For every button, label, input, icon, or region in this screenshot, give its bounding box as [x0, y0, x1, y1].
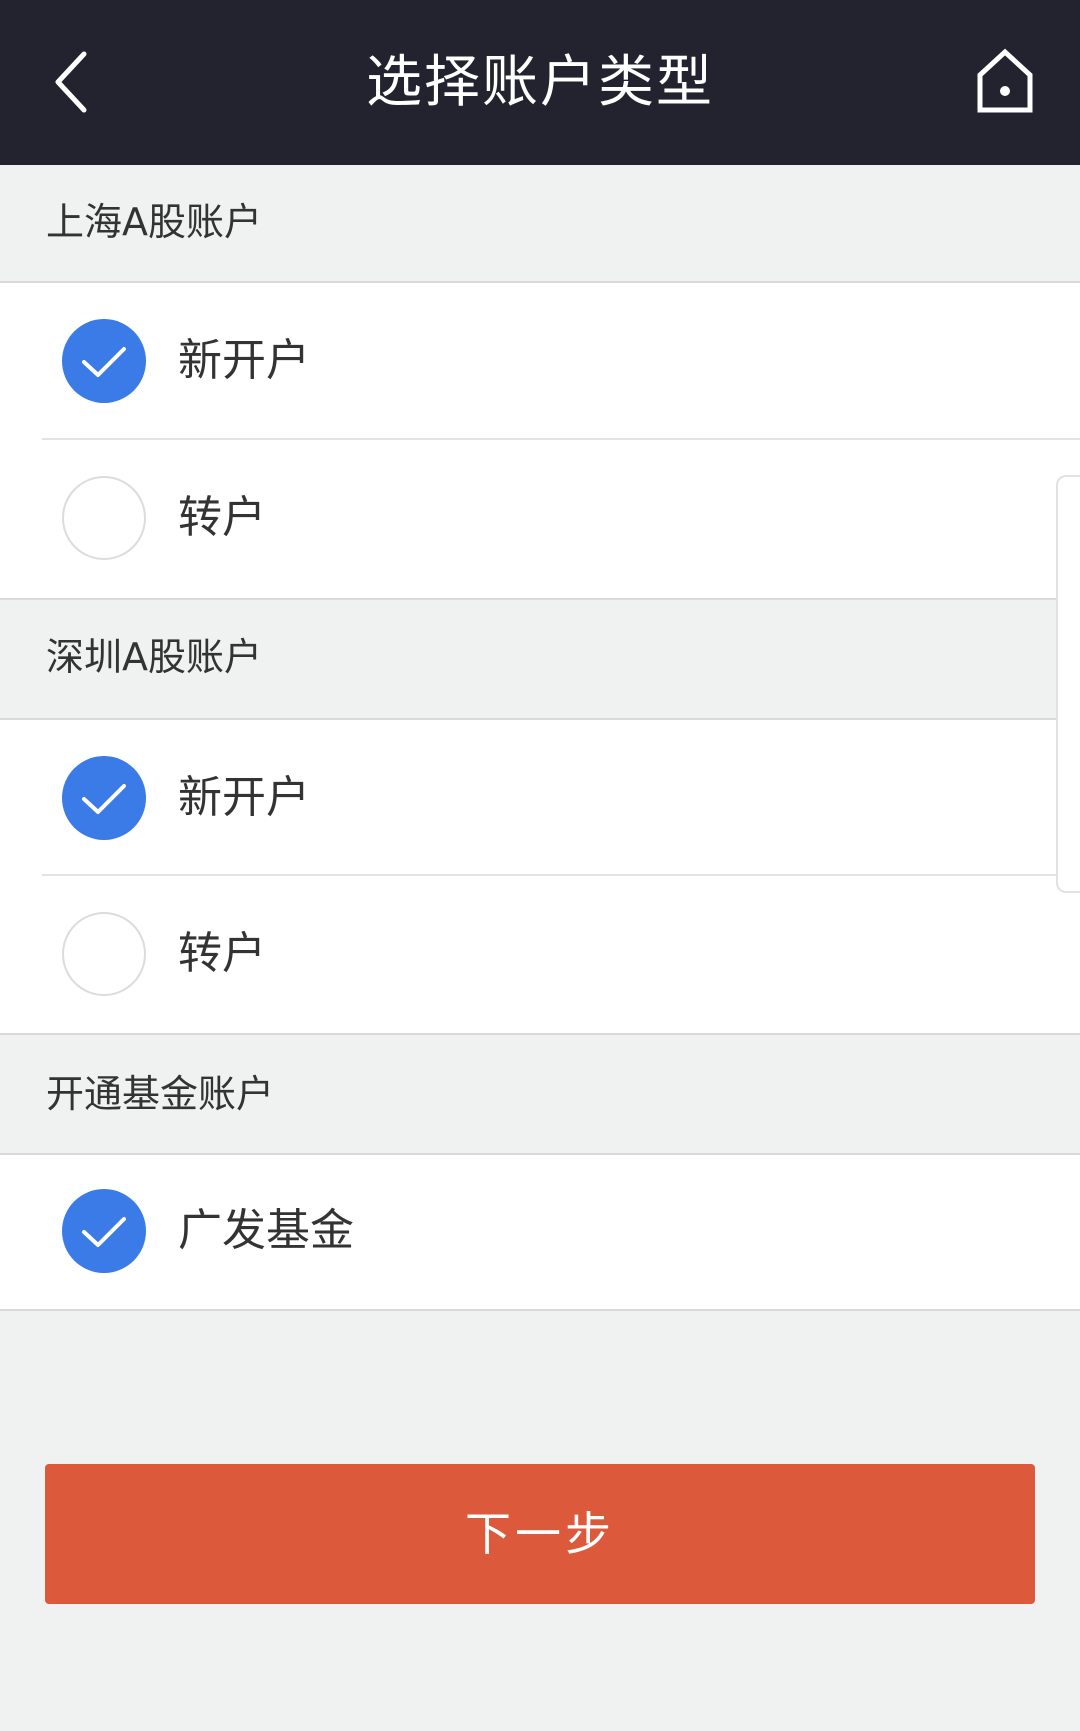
radio-checked[interactable]	[62, 319, 146, 403]
option-new-account[interactable]: 新开户	[0, 720, 1080, 875]
radio-checked[interactable]	[62, 1189, 146, 1273]
radio-unchecked[interactable]	[62, 476, 146, 560]
home-button[interactable]	[970, 45, 1040, 120]
option-label: 新开户	[178, 335, 310, 386]
radio-checked[interactable]	[62, 756, 146, 840]
checkmark-icon	[82, 1217, 126, 1247]
section-title: 上海A股账户	[46, 200, 262, 244]
option-gf-fund[interactable]: 广发基金	[0, 1155, 1080, 1310]
page-title: 选择账户类型	[366, 50, 714, 115]
option-label: 转户	[178, 492, 266, 543]
option-transfer[interactable]: 转户	[0, 876, 1080, 1031]
option-label: 广发基金	[178, 1205, 354, 1256]
section-title: 深圳A股账户	[46, 635, 262, 679]
next-step-button[interactable]: 下一步	[45, 1464, 1035, 1604]
navbar: 选择账户类型	[0, 0, 1080, 165]
option-new-account[interactable]: 新开户	[0, 283, 1080, 438]
section-title: 开通基金账户	[46, 1072, 275, 1116]
option-group-shenzhen: 新开户 转户	[0, 720, 1080, 1033]
home-icon	[977, 48, 1033, 113]
option-label: 转户	[178, 928, 266, 979]
section-header-shanghai: 上海A股账户	[0, 165, 1080, 283]
section-header-shenzhen: 深圳A股账户	[0, 598, 1080, 720]
option-group-fund: 广发基金	[0, 1155, 1080, 1311]
radio-unchecked[interactable]	[62, 912, 146, 996]
section-header-fund: 开通基金账户	[0, 1033, 1080, 1155]
option-transfer[interactable]: 转户	[0, 440, 1080, 595]
side-drawer-handle[interactable]	[1056, 475, 1080, 893]
checkmark-icon	[82, 347, 126, 377]
option-group-shanghai: 新开户 转户	[0, 283, 1080, 598]
checkmark-icon	[82, 784, 126, 814]
option-label: 新开户	[178, 772, 310, 823]
